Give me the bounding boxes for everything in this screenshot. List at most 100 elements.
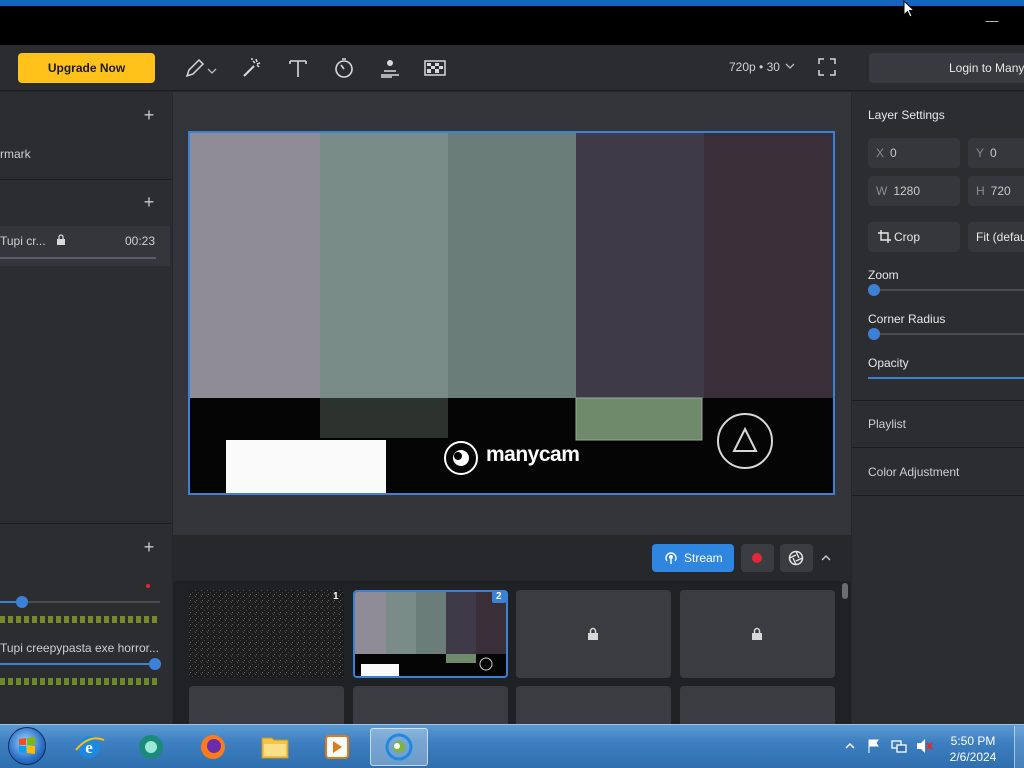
opacity-label: Opacity [868,356,909,370]
test-pattern-thumbnail [355,592,506,676]
color-adjustment-section[interactable]: Color Adjustment [868,465,959,479]
network-icon[interactable] [891,738,907,754]
scene-grid-scrollbar[interactable] [842,583,848,599]
w-label: W [876,184,888,198]
audio-indicator-dot [146,584,150,588]
noise-thumbnail [189,590,344,678]
clock-time: 5:50 PM [950,734,996,748]
lower-thirds-icon[interactable] [378,56,402,80]
x-position-field[interactable]: X0 [868,138,960,168]
taskbar-firefox[interactable] [188,728,238,766]
crop-button[interactable]: Crop [868,222,960,252]
add-audio-plus-icon[interactable]: + [141,538,157,556]
broadcast-icon [665,552,677,564]
corner-radius-label: Corner Radius [868,312,946,326]
magic-wand-effects-icon[interactable] [240,56,264,80]
action-center-flag-icon[interactable] [866,738,882,754]
draw-tool-icon[interactable] [183,56,207,80]
clock-date: 2/6/2024 [949,750,997,764]
windows-logo-icon [19,737,35,754]
timer-icon[interactable] [332,56,356,80]
corner-radius-slider-knob[interactable] [868,328,880,340]
preview-test-pattern [190,133,833,493]
y-position-field[interactable]: Y0 [968,138,1024,168]
lock-icon [752,627,762,640]
minimize-button[interactable]: — [984,14,1000,27]
width-field[interactable]: W 1280 [868,176,960,206]
manycam-app-icon [385,733,413,761]
volume-muted-icon[interactable] [915,738,933,754]
add-layer-plus-icon[interactable]: + [141,106,157,124]
taskbar-file-explorer[interactable] [250,728,300,766]
fit-default-button[interactable]: Fit (defau [968,222,1024,252]
draw-tool-chevron-icon[interactable] [207,63,217,74]
firefox-icon [201,735,225,759]
start-button[interactable] [8,727,46,765]
layer-item-label[interactable]: rmark [0,147,31,161]
media-progress-bar [0,257,156,259]
scene-number-2: 2 [496,591,502,602]
internet-explorer-icon: e [75,736,105,758]
panel-divider [0,179,172,180]
scene-number-1: 1 [333,591,339,602]
chroma-key-icon[interactable] [423,56,447,80]
audio-source-name: Tupi creepypasta exe horror... [0,641,159,655]
panel-divider [0,523,172,524]
scene-tile-1[interactable] [189,590,344,678]
text-tool-icon[interactable] [286,56,310,80]
upgrade-now-button[interactable]: Upgrade Now [18,53,155,83]
lock-icon [588,627,598,640]
stream-label: Stream [684,551,723,565]
sources-panel [0,92,172,724]
crop-label: Crop [894,230,921,244]
panel-divider [852,495,1024,496]
audio-volume-knob-2[interactable] [149,658,161,670]
zoom-label: Zoom [868,268,899,282]
show-hidden-icons-icon[interactable] [845,741,855,751]
watermark-text: manycam [486,443,580,466]
media-item-duration: 00:23 [125,234,156,248]
zoom-slider-track[interactable] [874,289,1024,291]
taskbar-manycam[interactable] [370,728,428,766]
audio-volume-knob-1[interactable] [16,596,28,608]
media-item-name: Tupi cr... [0,234,46,248]
add-media-plus-icon[interactable]: + [141,193,157,211]
w-value: 1280 [893,184,921,198]
y-label: Y [976,146,985,160]
taskbar-media-app[interactable] [126,728,176,766]
lock-icon [57,234,65,245]
crop-icon [878,230,891,243]
playlist-section[interactable]: Playlist [868,417,906,431]
video-preview[interactable]: manycam [188,131,835,495]
height-field[interactable]: H 720 [968,176,1024,206]
corner-radius-slider-track[interactable] [874,333,1024,335]
camera-shutter-icon [788,550,804,566]
resolution-selector[interactable]: 720p • 30 [729,60,795,74]
login-button[interactable]: Login to Many [869,53,1024,83]
x-label: X [876,146,885,160]
manycam-window: — Upgrade Now 720p • 30 Login to Many + … [0,0,1024,768]
taskbar-video-app[interactable] [312,728,362,766]
h-label: H [976,184,985,198]
zoom-slider-knob[interactable] [868,284,880,296]
chevron-down-icon [785,63,795,69]
taskbar-clock[interactable]: 5:50 PM 2/6/2024 [938,733,1008,765]
mouse-cursor-icon [903,0,915,18]
scene-tile-2[interactable] [353,590,508,678]
video-player-icon [325,735,349,759]
taskbar-internet-explorer[interactable]: e [64,728,114,766]
stream-button[interactable]: Stream [652,544,734,572]
title-bar [0,6,1024,45]
show-desktop-button[interactable] [1014,726,1024,768]
x-value: 0 [890,146,897,160]
fullscreen-icon[interactable] [818,58,836,76]
scene-tile-4-locked[interactable] [680,590,835,678]
scene-tile-3-locked[interactable] [516,590,671,678]
audio-level-meter-2 [0,678,160,685]
record-button[interactable] [741,544,774,572]
chevron-up-icon[interactable] [818,550,834,566]
audio-volume-track-2[interactable] [0,663,156,665]
opacity-slider-track[interactable] [868,377,1024,379]
record-icon [752,553,762,563]
snapshot-button[interactable] [780,544,813,572]
